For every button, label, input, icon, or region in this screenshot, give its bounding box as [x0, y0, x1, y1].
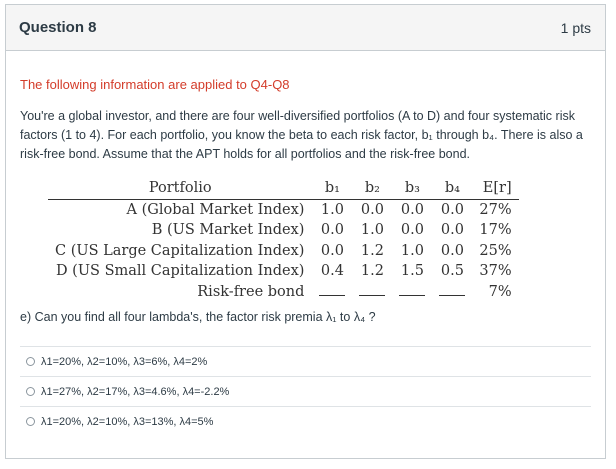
row-name: A (Global Market Index)	[126, 201, 305, 218]
cell-b1: 1.0	[320, 201, 344, 218]
cell-er: 17%	[479, 222, 512, 239]
cell-b1: 0.0	[320, 242, 344, 259]
question-card: Question 8 1 pts The following informati…	[5, 4, 606, 459]
intro-text: The following information are applied to…	[20, 77, 290, 92]
table-row: C (US Large Capitalization Index) 0.0 1.…	[48, 241, 519, 262]
cell-b4: 0.5	[440, 263, 464, 280]
cell-b4: 0.0	[440, 242, 464, 259]
blank-cell	[392, 282, 432, 303]
cell-b1: 0.0	[320, 222, 344, 239]
cell-er: 27%	[479, 201, 512, 218]
beta-table: Portfolio b₁ b₂ b₃ b₄ E[r] A (Global Mar…	[48, 178, 519, 302]
cell-b1: 0.4	[320, 263, 344, 280]
beta-table-wrap: Portfolio b₁ b₂ b₃ b₄ E[r] A (Global Mar…	[20, 178, 591, 308]
cell-b3: 0.0	[400, 201, 424, 218]
answer-option[interactable]: λ1=20%, λ2=10%, λ3=6%, λ4=2%	[20, 346, 591, 376]
answer-label[interactable]: λ1=27%, λ2=17%, λ3=4.6%, λ4=-2.2%	[41, 386, 229, 398]
radio-icon[interactable]	[26, 387, 35, 396]
cell-b2: 1.0	[360, 222, 384, 239]
radio-icon[interactable]	[26, 357, 35, 366]
table-row: A (Global Market Index) 1.0 0.0 0.0 0.0 …	[48, 199, 519, 220]
header-b2: b₂	[352, 178, 393, 200]
question-points: 1 pts	[560, 19, 591, 36]
cell-b3: 0.0	[400, 222, 424, 239]
cell-er: 25%	[479, 242, 512, 259]
cell-b2: 1.2	[360, 263, 384, 280]
cell-er: 37%	[479, 263, 512, 280]
cell-b2: 0.0	[360, 201, 384, 218]
blank-line	[439, 286, 466, 296]
header-er: E[r]	[472, 178, 519, 200]
blank-line	[319, 286, 346, 296]
cell-b2: 1.2	[360, 242, 384, 259]
row-name: B (US Market Index)	[151, 222, 305, 239]
header-b4: b₄	[432, 178, 473, 200]
row-name: C (US Large Capitalization Index)	[55, 242, 305, 259]
question-title: Question 8	[19, 19, 97, 36]
cell-b3: 1.5	[400, 263, 424, 280]
table-row: B (US Market Index) 0.0 1.0 0.0 0.0 17%	[48, 220, 519, 241]
cell-b4: 0.0	[440, 201, 464, 218]
cell-er: 7%	[488, 283, 512, 300]
header-b1: b₁	[312, 178, 353, 200]
question-prompt: e) Can you find all four lambda's, the f…	[20, 310, 376, 324]
blank-cell	[352, 282, 392, 303]
blank-cell	[312, 282, 352, 303]
answer-option[interactable]: λ1=20%, λ2=10%, λ3=13%, λ4=5%	[20, 406, 591, 436]
table-header-row: Portfolio b₁ b₂ b₃ b₄ E[r]	[48, 178, 519, 200]
header-b3: b₃	[392, 178, 433, 200]
cell-b3: 1.0	[400, 242, 424, 259]
row-name: Risk-free bond	[197, 283, 305, 300]
radio-icon[interactable]	[26, 417, 35, 426]
answer-label[interactable]: λ1=20%, λ2=10%, λ3=6%, λ4=2%	[41, 356, 207, 368]
table-row: Risk-free bond 7%	[48, 282, 519, 303]
question-header: Question 8 1 pts	[6, 5, 605, 51]
table-row: D (US Small Capitalization Index) 0.4 1.…	[48, 261, 519, 282]
answer-label[interactable]: λ1=20%, λ2=10%, λ3=13%, λ4=5%	[41, 416, 213, 428]
row-name: D (US Small Capitalization Index)	[55, 263, 305, 280]
blank-line	[399, 286, 426, 296]
answer-list: λ1=20%, λ2=10%, λ3=6%, λ4=2% λ1=27%, λ2=…	[20, 346, 591, 436]
answer-option[interactable]: λ1=27%, λ2=17%, λ3=4.6%, λ4=-2.2%	[20, 376, 591, 406]
header-portfolio: Portfolio	[48, 178, 313, 200]
blank-line	[359, 286, 386, 296]
question-paragraph: You're a global investor, and there are …	[20, 109, 583, 161]
cell-b4: 0.0	[440, 222, 464, 239]
question-body: The following information are applied to…	[6, 77, 605, 436]
blank-cell	[432, 282, 472, 303]
